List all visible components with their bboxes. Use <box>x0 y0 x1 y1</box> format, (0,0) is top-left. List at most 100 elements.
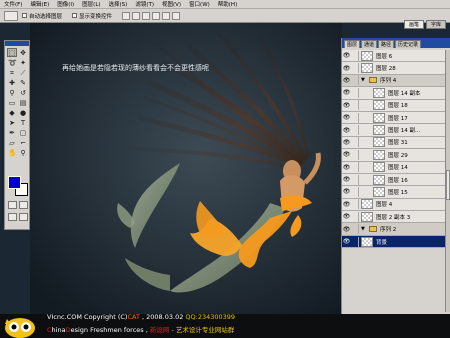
align-middle-icon[interactable] <box>132 11 141 20</box>
layer-link-icon[interactable] <box>351 75 359 86</box>
visibility-eye-icon[interactable]: 👁 <box>342 151 351 158</box>
layer-row[interactable]: 👁 图层 14 副本 <box>342 87 446 100</box>
move-tool-icon[interactable] <box>4 10 18 21</box>
menu-help[interactable]: 帮助(H) <box>218 0 237 8</box>
history-brush-icon[interactable]: ↺ <box>18 88 28 97</box>
color-swatches[interactable] <box>8 176 28 196</box>
brush-tool-icon[interactable]: ✎ <box>18 78 28 87</box>
quick-mask-icon[interactable] <box>19 201 28 209</box>
layer-link-icon[interactable] <box>351 162 359 173</box>
layer-row[interactable]: 👁 图层 17 <box>342 111 446 125</box>
show-bounds-checkbox[interactable]: 显示变换控件 <box>72 12 112 20</box>
menu-window[interactable]: 窗口(W) <box>189 0 210 8</box>
layer-link-icon[interactable] <box>351 224 359 235</box>
type-tool-icon[interactable]: T <box>18 118 28 127</box>
layer-link-icon[interactable] <box>351 112 359 123</box>
gradient-tool-icon[interactable]: ▤ <box>18 98 28 107</box>
visibility-eye-icon[interactable]: 👁 <box>342 139 351 146</box>
tab-channels[interactable]: 通道 <box>361 40 378 48</box>
layer-link-icon[interactable] <box>351 211 359 222</box>
layer-row[interactable]: 👁 图层 16 <box>342 173 446 187</box>
layer-row[interactable]: 👁 图层 29 <box>342 149 446 162</box>
menu-file[interactable]: 文件(F) <box>4 0 22 8</box>
layers-scrollbar[interactable] <box>445 50 450 312</box>
menu-filter[interactable]: 滤镜(T) <box>135 0 154 8</box>
auto-select-checkbox[interactable]: 自动选择图层 <box>22 12 62 20</box>
group-toggle-icon[interactable]: ▼ <box>361 77 367 83</box>
visibility-eye-icon[interactable]: 👁 <box>342 213 351 220</box>
layer-group[interactable]: 👁 ▼ 序列 2 <box>342 223 446 236</box>
lasso-tool-icon[interactable]: ➰ <box>7 58 17 67</box>
layer-link-icon[interactable] <box>351 50 359 61</box>
align-center-icon[interactable] <box>162 11 171 20</box>
layer-row[interactable]: 👁 图层 2 副本 3 <box>342 211 446 224</box>
layer-link-icon[interactable] <box>351 174 359 185</box>
visibility-eye-icon[interactable]: 👁 <box>342 102 351 109</box>
align-left-icon[interactable] <box>152 11 161 20</box>
layer-link-icon[interactable] <box>351 137 359 148</box>
notes-tool-icon[interactable]: ▱ <box>7 138 17 147</box>
eraser-tool-icon[interactable]: ▭ <box>7 98 17 107</box>
foreground-color[interactable] <box>8 176 21 189</box>
move-tool-icon[interactable]: ✥ <box>18 48 28 57</box>
layer-link-icon[interactable] <box>351 100 359 111</box>
layer-link-icon[interactable] <box>351 186 359 197</box>
eyedropper-icon[interactable]: ⌐ <box>18 138 28 147</box>
hand-tool-icon[interactable]: ✋ <box>7 148 17 157</box>
align-top-icon[interactable] <box>122 11 131 20</box>
tab-paths[interactable]: 路径 <box>378 40 395 48</box>
marquee-tool-icon[interactable]: ⬚ <box>7 48 17 57</box>
layer-link-icon[interactable] <box>351 236 359 247</box>
layer-link-icon[interactable] <box>351 125 359 136</box>
magic-wand-icon[interactable]: ✦ <box>18 58 28 67</box>
screen-mode-full-icon[interactable] <box>19 213 28 221</box>
layer-row[interactable]: 👁 图层 14 副... <box>342 124 446 137</box>
layer-link-icon[interactable] <box>351 87 359 98</box>
screen-mode-standard-icon[interactable] <box>8 213 17 221</box>
layer-row[interactable]: 👁 图层 18 <box>342 99 446 112</box>
menu-view[interactable]: 视图(V) <box>162 0 181 8</box>
zoom-tool-icon[interactable]: ⚲ <box>18 148 28 157</box>
visibility-eye-icon[interactable]: 👁 <box>342 226 351 233</box>
menu-layer[interactable]: 图层(L) <box>82 0 100 8</box>
layer-row[interactable]: 👁 图层 28 <box>342 62 446 75</box>
healing-brush-icon[interactable]: ✚ <box>7 78 17 87</box>
layer-group[interactable]: 👁 ▼ 序列 4 <box>342 74 446 88</box>
visibility-eye-icon[interactable]: 👁 <box>342 114 351 121</box>
align-right-icon[interactable] <box>172 11 181 20</box>
visibility-eye-icon[interactable]: 👁 <box>342 65 351 72</box>
shape-tool-icon[interactable]: ▢ <box>18 128 28 137</box>
layer-link-icon[interactable] <box>351 199 359 210</box>
visibility-eye-icon[interactable]: 👁 <box>342 127 351 134</box>
crop-tool-icon[interactable]: ⌗ <box>7 68 17 77</box>
group-toggle-icon[interactable]: ▼ <box>361 226 367 232</box>
tab-history[interactable]: 历史记录 <box>395 40 422 48</box>
slice-tool-icon[interactable]: ⟋ <box>18 68 28 77</box>
layer-row[interactable]: 👁 图层 14 <box>342 161 446 174</box>
path-select-icon[interactable]: ➤ <box>7 118 17 127</box>
blur-tool-icon[interactable]: ◆ <box>7 108 17 117</box>
visibility-eye-icon[interactable]: 👁 <box>342 164 351 171</box>
visibility-eye-icon[interactable]: 👁 <box>342 238 351 245</box>
scrollbar-thumb[interactable] <box>446 170 450 200</box>
layer-row[interactable]: 👁 图层 4 <box>342 198 446 212</box>
visibility-eye-icon[interactable]: 👁 <box>342 201 351 208</box>
layer-link-icon[interactable] <box>351 149 359 160</box>
visibility-eye-icon[interactable]: 👁 <box>342 77 351 84</box>
menu-edit[interactable]: 编辑(E) <box>30 0 49 8</box>
layer-row[interactable]: 👁 背景 <box>342 235 446 249</box>
tab-layers[interactable]: 图层 <box>344 40 361 48</box>
pen-tool-icon[interactable]: ✒ <box>7 128 17 137</box>
brushes-tab[interactable]: 画笔 <box>403 20 424 29</box>
visibility-eye-icon[interactable]: 👁 <box>342 176 351 183</box>
align-bottom-icon[interactable] <box>142 11 151 20</box>
visibility-eye-icon[interactable]: 👁 <box>342 89 351 96</box>
menu-select[interactable]: 选择(S) <box>109 0 128 8</box>
layer-row[interactable]: 👁 图层 31 <box>342 136 446 150</box>
stamp-tool-icon[interactable]: ⚲ <box>7 88 17 97</box>
layer-row[interactable]: 👁 图层 6 <box>342 50 446 63</box>
visibility-eye-icon[interactable]: 👁 <box>342 188 351 195</box>
fonts-tab[interactable]: 字库 <box>425 20 446 29</box>
layer-link-icon[interactable] <box>351 63 359 74</box>
layer-row[interactable]: 👁 图层 15 <box>342 186 446 199</box>
